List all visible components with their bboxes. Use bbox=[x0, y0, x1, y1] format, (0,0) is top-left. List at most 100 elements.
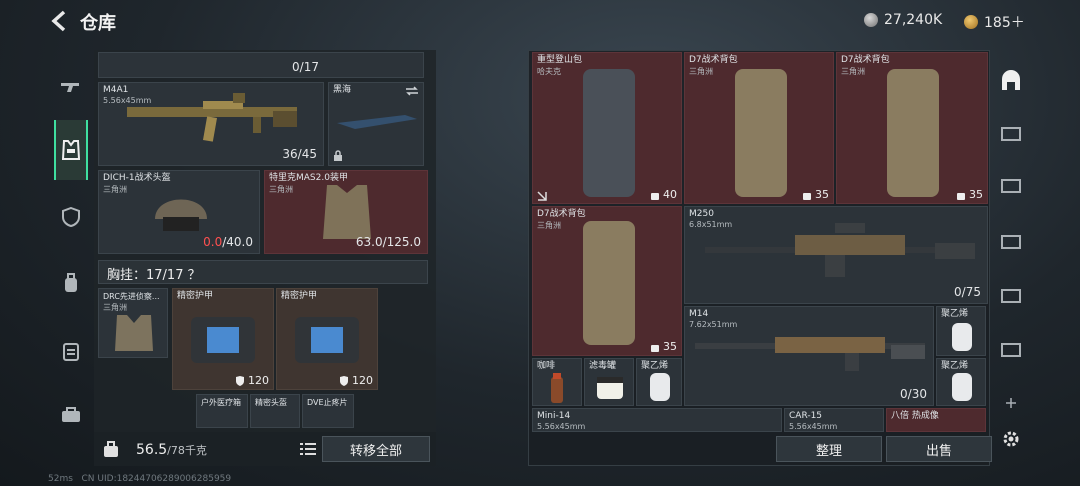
car15-slot[interactable]: CAR-15 5.56x45mm bbox=[784, 408, 884, 432]
item2-region: 三角洲 bbox=[689, 67, 713, 76]
armor-case-slot-1[interactable]: 精密护甲 120 bbox=[172, 288, 274, 390]
weight-icon bbox=[651, 344, 659, 352]
swap-icon[interactable] bbox=[405, 86, 419, 96]
stash-tab-icon bbox=[1001, 127, 1021, 141]
rig-name: DRC先进侦察... bbox=[103, 292, 160, 301]
nav-weapons[interactable] bbox=[54, 70, 88, 104]
coffee-slot[interactable]: 咖啡 bbox=[532, 358, 582, 406]
top-slot-value: 0/17 bbox=[292, 60, 319, 74]
chest-rig-header: 胸挂：17/17 ？ bbox=[98, 260, 428, 284]
helmet-slot[interactable]: DICH-1战术头盔 三角洲 0.0/40.0 bbox=[98, 170, 260, 254]
backpack-tan-icon bbox=[583, 221, 635, 345]
helmet-mini-name: 精密头盔 bbox=[255, 398, 287, 407]
nav-gear[interactable] bbox=[54, 120, 88, 180]
currency-premium-value: 185＋ bbox=[984, 15, 1025, 31]
list-icon bbox=[300, 443, 316, 455]
list-view-button[interactable] bbox=[296, 438, 320, 460]
tab-all[interactable] bbox=[994, 64, 1028, 98]
back-arrow-icon[interactable] bbox=[48, 9, 72, 33]
nav-misc[interactable] bbox=[54, 398, 88, 432]
stash-tab-icon bbox=[1001, 179, 1021, 193]
tab-stash-5[interactable] bbox=[994, 332, 1028, 366]
top-slot[interactable]: 0/17 bbox=[98, 52, 424, 78]
m250-machinegun-icon bbox=[705, 223, 975, 277]
m14-slot[interactable]: M14 7.62x51mm 0/30 bbox=[684, 306, 934, 406]
case2-rating: 120 bbox=[339, 374, 373, 387]
polyethylene-slot-3[interactable]: 聚乙烯 bbox=[636, 358, 682, 406]
stash-tab-icon bbox=[1001, 289, 1021, 303]
painkiller-slot[interactable]: DVE止疼片 bbox=[302, 394, 354, 428]
m250-slot[interactable]: M250 6.8x51mm 0/75 bbox=[684, 206, 988, 304]
uid-text: CN UID:18244706289006285959 bbox=[81, 474, 232, 484]
tab-stash-3b[interactable] bbox=[994, 168, 1028, 202]
item2-capacity: 35 bbox=[802, 188, 829, 201]
filter-can-slot[interactable]: 滤毒罐 bbox=[584, 358, 634, 406]
car15-name: CAR-15 bbox=[789, 411, 823, 421]
armor-durability: 63.0/125.0 bbox=[355, 235, 421, 249]
sort-button[interactable]: 整理 bbox=[776, 436, 882, 462]
stash-item-2[interactable]: D7战术背包 三角洲 35 bbox=[684, 52, 834, 204]
armor-region: 三角洲 bbox=[269, 185, 293, 194]
settings-button[interactable] bbox=[994, 422, 1028, 456]
weapon-ammo: 36/45 bbox=[282, 147, 317, 161]
item1-name: 重型登山包 bbox=[537, 55, 583, 65]
vest-icon bbox=[62, 140, 80, 160]
currency-premium[interactable]: 185＋ bbox=[964, 12, 1025, 32]
premium-coin-icon bbox=[964, 15, 978, 29]
tab-stash-4a[interactable] bbox=[994, 224, 1028, 258]
shrink-icon bbox=[537, 191, 547, 201]
nav-armor[interactable] bbox=[54, 200, 88, 234]
armor-case-slot-2[interactable]: 精密护甲 120 bbox=[276, 288, 378, 390]
stash-tabs bbox=[994, 50, 1030, 466]
gear-icon bbox=[1003, 431, 1019, 447]
polyethylene-roll-icon bbox=[952, 373, 972, 401]
m14-name: M14 bbox=[689, 309, 709, 319]
car15-caliber: 5.56x45mm bbox=[789, 422, 838, 431]
m250-ammo: 0/75 bbox=[954, 285, 981, 299]
backpack-icon bbox=[65, 273, 77, 292]
weight-icon bbox=[651, 192, 659, 200]
stash-home-icon bbox=[1002, 70, 1020, 90]
polyethylene-slot-1[interactable]: 聚乙烯 bbox=[936, 306, 986, 356]
sell-button[interactable]: 出售 bbox=[886, 436, 992, 462]
transfer-all-button[interactable]: 转移全部 bbox=[322, 436, 430, 462]
body-armor-slot[interactable]: 特里克MAS2.0装甲 三角洲 63.0/125.0 bbox=[264, 170, 428, 254]
filter-name: 滤毒罐 bbox=[589, 361, 617, 371]
backpack-tan-icon bbox=[735, 69, 787, 197]
tab-stash-4b[interactable] bbox=[994, 278, 1028, 312]
chest-rig-slot[interactable]: DRC先进侦察... 三角洲 bbox=[98, 288, 168, 358]
mini14-slot[interactable]: Mini-14 5.56x45mm bbox=[532, 408, 782, 432]
page-title: 仓库 bbox=[80, 13, 116, 34]
plus-icon bbox=[1006, 398, 1016, 408]
thermal-scope-slot[interactable]: 八倍 热成像 bbox=[886, 408, 986, 432]
weight-bag-icon bbox=[104, 441, 118, 457]
shield-small-icon bbox=[236, 375, 244, 386]
backpack-gray-icon bbox=[583, 69, 635, 197]
nav-bag[interactable] bbox=[54, 266, 88, 300]
item1-flag bbox=[537, 191, 547, 201]
stash-item-1[interactable]: 重型登山包 哈夫克 40 bbox=[532, 52, 682, 204]
medkit-slot[interactable]: 户外医疗箱 bbox=[196, 394, 248, 428]
nav-medical[interactable] bbox=[54, 334, 88, 368]
helmet-mini-slot[interactable]: 精密头盔 bbox=[250, 394, 300, 428]
shield-icon bbox=[62, 207, 80, 227]
m14-ammo: 0/30 bbox=[900, 387, 927, 401]
tab-stash-3a[interactable] bbox=[994, 116, 1028, 150]
polyethylene-roll-icon bbox=[650, 373, 670, 401]
skin-icon bbox=[337, 115, 417, 129]
armor-case-icon bbox=[295, 317, 359, 363]
primary-weapon-slot[interactable]: M4A1 5.56x45mm 36/45 bbox=[98, 82, 324, 166]
filter-canister-icon bbox=[597, 377, 623, 399]
side-nav bbox=[52, 48, 90, 428]
polyethylene-slot-2[interactable]: 聚乙烯 bbox=[936, 358, 986, 406]
item1-capacity: 40 bbox=[650, 188, 677, 201]
ping-value: 52ms bbox=[48, 474, 73, 484]
stash-tab-icon bbox=[1001, 235, 1021, 249]
carry-weight: 56.5/78千克 bbox=[136, 442, 207, 458]
item1-region: 哈夫克 bbox=[537, 67, 561, 76]
add-tab-button[interactable] bbox=[994, 386, 1028, 420]
item4-capacity: 35 bbox=[650, 340, 677, 353]
stash-item-4[interactable]: D7战术背包 三角洲 35 bbox=[532, 206, 682, 356]
stash-item-3[interactable]: D7战术背包 三角洲 35 bbox=[836, 52, 988, 204]
weapon-skin-slot[interactable]: 黑海 bbox=[328, 82, 424, 166]
